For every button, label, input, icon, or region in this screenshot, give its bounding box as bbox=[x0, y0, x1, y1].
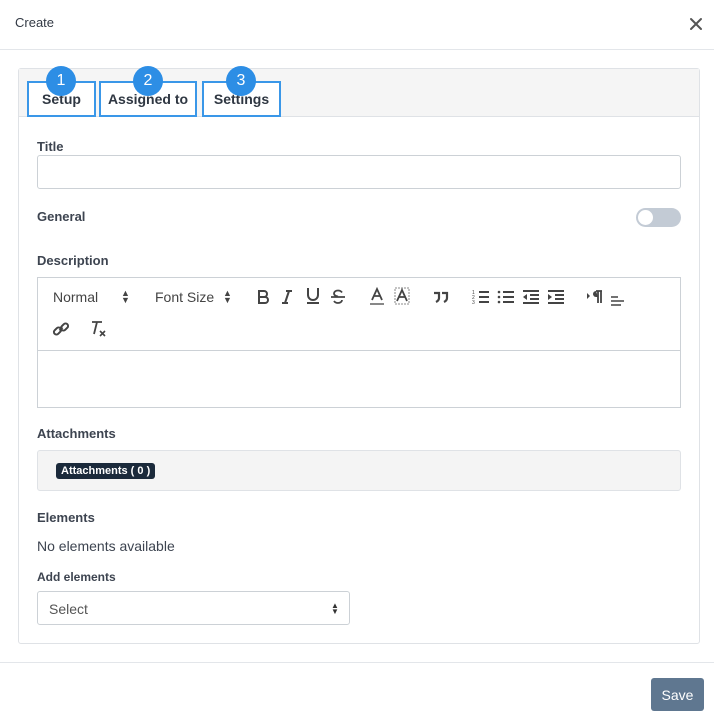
elements-empty-text: No elements available bbox=[37, 538, 175, 554]
elements-label: Elements bbox=[37, 510, 95, 525]
tab-bar: 1 Setup 2 Assigned to 3 Settings bbox=[19, 66, 699, 117]
text-color-icon[interactable] bbox=[369, 287, 385, 307]
link-icon[interactable] bbox=[52, 319, 70, 339]
outdent-icon[interactable] bbox=[522, 287, 540, 307]
description-label: Description bbox=[37, 253, 109, 268]
general-toggle[interactable] bbox=[636, 208, 681, 227]
underline-icon[interactable] bbox=[305, 286, 321, 306]
modal-header: Create bbox=[0, 0, 714, 50]
bold-icon[interactable] bbox=[255, 287, 271, 307]
toggle-knob bbox=[638, 210, 653, 225]
background-color-icon[interactable] bbox=[394, 287, 410, 307]
save-button[interactable]: Save bbox=[651, 678, 704, 711]
add-elements-label: Add elements bbox=[37, 570, 116, 584]
tab-setup[interactable]: 1 Setup bbox=[27, 66, 96, 117]
ordered-list-icon[interactable]: 123 bbox=[472, 287, 490, 307]
text-direction-icon[interactable] bbox=[586, 287, 604, 307]
format-select[interactable]: Normal ▲ ▼ bbox=[53, 287, 133, 307]
bullet-list-icon[interactable] bbox=[497, 287, 515, 307]
blockquote-icon[interactable] bbox=[433, 287, 449, 307]
description-editor: Normal ▲ ▼ Font Size ▲ ▼ 1 2 3 bbox=[37, 277, 681, 408]
add-elements-select-value: Select bbox=[49, 601, 88, 617]
title-label: Title bbox=[37, 139, 64, 154]
tab-settings[interactable]: 3 Settings bbox=[202, 66, 281, 117]
attachments-badge[interactable]: Attachments ( 0 ) bbox=[56, 463, 156, 479]
tab-step-badge: 1 bbox=[46, 66, 76, 96]
svg-text:3: 3 bbox=[472, 300, 475, 306]
modal-footer bbox=[0, 662, 714, 724]
strikethrough-icon[interactable] bbox=[330, 287, 346, 307]
align-icon[interactable] bbox=[609, 288, 625, 308]
general-label: General bbox=[37, 209, 86, 224]
title-input[interactable] bbox=[37, 155, 681, 189]
select-arrows-icon: ▲ ▼ bbox=[331, 601, 339, 616]
clear-format-icon[interactable] bbox=[90, 319, 108, 339]
tab-assigned-to[interactable]: 2 Assigned to bbox=[99, 66, 197, 117]
select-arrows-icon: ▲ ▼ bbox=[223, 288, 232, 305]
select-arrows-icon: ▲ ▼ bbox=[121, 288, 130, 305]
attachments-label: Attachments bbox=[37, 426, 116, 441]
close-icon[interactable] bbox=[688, 16, 704, 32]
format-select-value: Normal bbox=[53, 289, 99, 305]
italic-icon[interactable] bbox=[280, 287, 294, 307]
indent-icon[interactable] bbox=[547, 287, 565, 307]
tab-step-badge: 3 bbox=[226, 66, 256, 96]
description-editor-area[interactable] bbox=[38, 351, 680, 407]
font-size-select-value: Font Size bbox=[155, 289, 215, 305]
editor-toolbar: Normal ▲ ▼ Font Size ▲ ▼ 1 2 3 bbox=[38, 278, 680, 351]
attachments-box: Attachments ( 0 ) bbox=[37, 450, 681, 491]
modal-title: Create bbox=[15, 15, 55, 30]
font-size-select[interactable]: Font Size ▲ ▼ bbox=[155, 287, 235, 307]
tab-step-badge: 2 bbox=[133, 66, 163, 96]
add-elements-select[interactable]: Select ▲ ▼ bbox=[37, 591, 350, 625]
